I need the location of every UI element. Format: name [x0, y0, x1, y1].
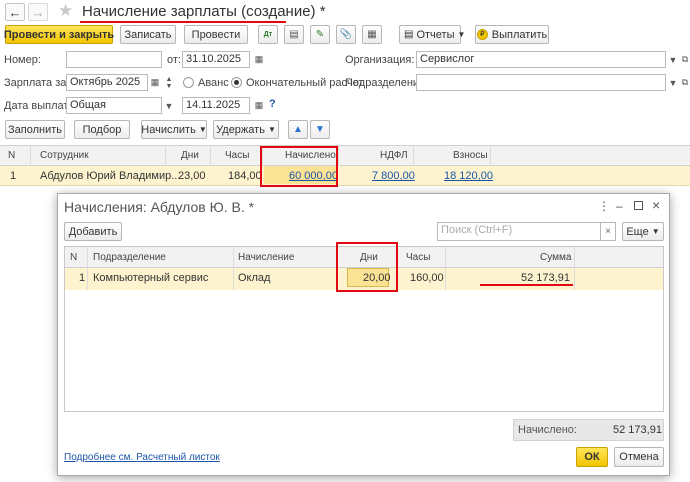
total-value: 52 173,91	[613, 424, 662, 436]
dt-kt-icon[interactable]: Дт	[258, 25, 278, 44]
fill-button[interactable]: Заполнить	[5, 120, 65, 139]
more-button[interactable]: Еще ▼	[622, 222, 664, 241]
organization-open-icon[interactable]: ⧉	[678, 51, 690, 68]
period-label: Зарплата за:	[4, 77, 70, 89]
organization-field[interactable]: Сервислог	[416, 51, 666, 68]
help-icon[interactable]: ?	[269, 98, 276, 110]
period-stepper[interactable]: ▲ ▼	[162, 74, 176, 91]
search-clear-icon[interactable]: ×	[601, 222, 616, 241]
dcol-department: Подразделение	[93, 252, 166, 263]
department-field[interactable]	[416, 74, 666, 91]
drow-sum[interactable]: 52 173,91	[521, 272, 570, 284]
drow-hours[interactable]: 160,00	[410, 272, 444, 284]
main-table-header	[0, 146, 690, 166]
drow-n: 1	[79, 272, 86, 284]
row-employee[interactable]: Абдулов Юрий Владимир...	[40, 170, 180, 182]
col-n: N	[8, 150, 16, 161]
accrue-button[interactable]: Начислить ▼	[141, 120, 207, 139]
col-days: Дни	[181, 150, 199, 161]
dcol-accrual: Начисление	[238, 252, 295, 263]
chevron-down-icon: ▼	[198, 125, 207, 134]
row-n: 1	[10, 170, 17, 182]
save-button[interactable]: Записать	[120, 25, 176, 44]
dcol-sum: Сумма	[540, 252, 572, 263]
dialog-maximize-icon[interactable]	[634, 201, 643, 210]
row-hours[interactable]: 184,00	[228, 170, 262, 182]
dialog-title: Начисления: Абдулов Ю. В. *	[64, 199, 255, 215]
dcol-n: N	[70, 252, 78, 263]
paydate-field[interactable]: 14.11.2025	[182, 97, 250, 114]
number-field[interactable]	[66, 51, 162, 68]
post-and-close-button[interactable]: Провести и закрыть	[4, 25, 114, 44]
withhold-label: Удержать	[216, 123, 265, 136]
chevron-down-icon: ▼	[267, 125, 276, 134]
col-contrib: Взносы	[453, 150, 488, 161]
advance-radio[interactable]	[183, 77, 194, 88]
paydate-calendar-icon[interactable]: ▦	[252, 97, 266, 114]
cancel-button[interactable]: Отмена	[614, 447, 664, 467]
ok-button[interactable]: ОК	[576, 447, 608, 467]
total-label: Начислено:	[518, 424, 577, 436]
coin-icon: ₽	[476, 29, 488, 40]
attachment-icon[interactable]: 📎	[336, 25, 356, 44]
col-employee: Сотрудник	[40, 150, 89, 161]
page-title: Начисление зарплаты (создание) *	[82, 3, 326, 20]
period-field[interactable]: Октябрь 2025	[66, 74, 148, 91]
forward-button[interactable]: →	[28, 3, 48, 21]
final-radio[interactable]	[231, 77, 242, 88]
calendar-icon[interactable]: ▦	[252, 51, 266, 68]
drow-accrual[interactable]: Оклад	[238, 272, 270, 284]
from-label: от:	[167, 54, 181, 66]
reports-icon: ▤	[404, 29, 414, 40]
title-underline	[80, 21, 286, 23]
period-calendar-icon[interactable]: ▦	[148, 74, 162, 91]
chevron-down-icon: ▼	[457, 30, 466, 39]
post-button[interactable]: Провести	[184, 25, 248, 44]
dialog-minimize-icon[interactable]: –	[616, 199, 623, 213]
pay-button[interactable]: ₽ Выплатить	[475, 25, 549, 44]
structure-icon[interactable]: ▦	[362, 25, 382, 44]
drow-department[interactable]: Компьютерный сервис	[93, 272, 208, 284]
dialog-menu-icon[interactable]: ⋮	[598, 199, 610, 213]
edit-pencil-icon[interactable]: ✎	[310, 25, 330, 44]
back-button[interactable]: ←	[5, 3, 25, 21]
select-button[interactable]: Подбор	[74, 120, 130, 139]
pay-label: Выплатить	[491, 28, 548, 41]
add-button[interactable]: Добавить	[64, 222, 122, 241]
document-list-icon[interactable]: ▤	[284, 25, 304, 44]
favorite-star-icon[interactable]: ★	[58, 1, 73, 21]
row-contrib-link[interactable]: 18 120,00	[444, 170, 493, 182]
organization-label: Организация:	[345, 54, 415, 66]
col-hours: Часы	[225, 150, 250, 161]
dialog-close-icon[interactable]: ×	[652, 197, 660, 213]
paydate-type-dropdown-icon[interactable]: ▼	[162, 97, 176, 114]
more-label: Еще	[626, 225, 649, 238]
row-ndfl-link[interactable]: 7 800,00	[372, 170, 415, 182]
paydate-type-field[interactable]: Общая	[66, 97, 162, 114]
days-highlight-frame	[336, 242, 398, 292]
sum-underline	[480, 284, 573, 286]
reports-button[interactable]: ▤ Отчеты ▼	[399, 25, 465, 44]
withhold-button[interactable]: Удержать ▼	[213, 120, 279, 139]
move-down-icon[interactable]: ▼	[310, 120, 330, 139]
row-days[interactable]: 23,00	[178, 170, 206, 182]
dcol-hours: Часы	[406, 252, 431, 263]
advance-label: Аванс	[198, 77, 229, 89]
move-up-icon[interactable]: ▲	[288, 120, 308, 139]
chevron-down-icon: ▼	[651, 227, 660, 236]
date-field[interactable]: 31.10.2025	[182, 51, 250, 68]
reports-label: Отчеты	[416, 28, 455, 41]
col-ndfl: НДФЛ	[380, 150, 408, 161]
number-label: Номер:	[4, 54, 41, 66]
accrue-label: Начислить	[141, 123, 196, 136]
search-input[interactable]: Поиск (Ctrl+F)	[437, 222, 601, 241]
payslip-link[interactable]: Подробнее см. Расчетный листок	[64, 452, 220, 463]
department-open-icon[interactable]: ⧉	[678, 74, 690, 91]
accrued-highlight-frame	[260, 146, 338, 187]
